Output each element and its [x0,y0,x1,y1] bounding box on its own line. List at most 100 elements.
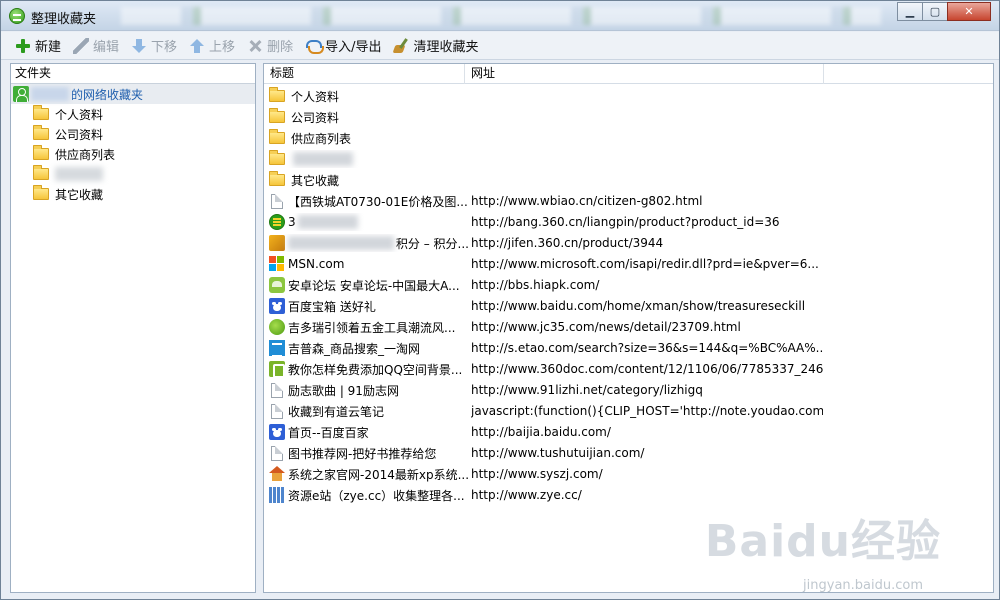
bookmark-url [471,150,823,168]
bookmark-url: http://www.syszj.com/ [471,467,603,481]
table-row[interactable]: 首页--百度百家 http://baijia.baidu.com/ [264,421,993,442]
bookmark-title-cell: 收藏到有道云笔记 [269,402,469,420]
msn-icon [269,256,285,272]
column-header-title[interactable]: 标题 [264,64,465,84]
folder-icon [33,145,49,160]
toolbar: 新建 编辑 下移 上移 删除 导入/导出 清理收藏夹 [1,32,999,60]
table-row[interactable]: 积分 – 积分... http://jifen.360.cn/product/39… [264,232,993,253]
table-row[interactable]: 安卓论坛 安卓论坛-中国最大A... http://bbs.hiapk.com/ [264,274,993,295]
bookmark-url: http://www.wbiao.cn/citizen-g802.html [471,194,703,208]
bookmark-url: http://www.jc35.com/news/detail/23709.ht… [471,320,741,334]
table-row[interactable]: 【西铁城AT0730-01E价格及图... http://www.wbiao.cn… [264,190,993,211]
maximize-button[interactable]: ▢ [922,2,948,21]
move-up-button[interactable]: 上移 [185,35,241,57]
edit-button[interactable]: 编辑 [69,35,125,57]
bookmark-url: http://www.360doc.com/content/12/1106/06… [471,362,823,376]
table-row[interactable]: 3 http://bang.360.cn/liangpin/product?pro… [264,211,993,232]
folder-icon [269,150,285,165]
bookmark-title-cell [269,150,469,168]
redacted-title [297,215,358,229]
close-button[interactable]: ✕ [947,2,991,21]
tree-item-label: 公司资料 [55,127,104,142]
redacted-title [288,236,394,250]
bookmark-title-cell: 百度宝箱 送好礼 [269,297,469,315]
bookmark-title: 系统之家官网-2014最新xp系统... [288,467,469,482]
bookmark-title: 其它收藏 [291,173,340,188]
page-icon [271,445,283,461]
360-icon [269,214,285,230]
leaf-icon [269,319,285,335]
window-controls: ▁ ▢ ✕ [897,2,991,22]
bookmark-title-cell: 其它收藏 [269,171,469,189]
table-row[interactable]: 教你怎样免费添加QQ空间背景... http://www.360doc.com/c… [264,358,993,379]
table-row[interactable]: 供应商列表 [264,127,993,148]
table-row[interactable]: 收藏到有道云笔记 javascript:(function(){CLIP_HOST… [264,400,993,421]
title-bar[interactable]: 整理收藏夹 ▁ ▢ ✕ [1,1,999,31]
table-row[interactable]: 资源e站（zye.cc）收集整理各... http://www.zye.cc/ [264,484,993,505]
table-row[interactable]: 吉多瑞引领着五金工具潮流风... http://www.jc35.com/news… [264,316,993,337]
table-row[interactable]: 个人资料 [264,85,993,106]
etao-icon [269,340,285,357]
tree-item[interactable]: 供应商列表 [11,144,255,164]
redacted-folder-name [293,152,353,166]
bookmark-title: 励志歌曲 | 91励志网 [288,383,399,398]
clean-favorites-button[interactable]: 清理收藏夹 [389,35,484,57]
baidu-icon [269,298,285,314]
bookmark-title: 图书推荐网-把好书推荐给您 [288,446,437,461]
bookmark-rows: 个人资料公司资料供应商列表其它收藏【西铁城AT0730-01E价格及图... ht… [264,85,993,505]
clean-favorites-label: 清理收藏夹 [413,40,479,55]
minimize-button[interactable]: ▁ [897,2,923,21]
bookmark-url: http://bbs.hiapk.com/ [471,278,600,292]
bookmark-title: 个人资料 [291,89,340,104]
tree-item[interactable]: 个人资料 [11,104,255,124]
table-row[interactable]: 图书推荐网-把好书推荐给您 http://www.tushutuijian.com… [264,442,993,463]
favorites-organizer-window: 整理收藏夹 ▁ ▢ ✕ 新建 编辑 下移 上移 删除 导入/导出 清理收藏夹 文… [0,0,1000,600]
folder-tree: 的网络收藏夹 个人资料 公司资料 供应商列表 其它收藏 [11,84,255,204]
arrow-down-icon [131,38,147,54]
table-row[interactable] [264,148,993,169]
bookmark-url [471,171,823,189]
table-row[interactable]: 系统之家官网-2014最新xp系统... http://www.syszj.com… [264,463,993,484]
table-row[interactable]: 吉普森_商品搜索_一淘网 http://s.etao.com/search?siz… [264,337,993,358]
bookmark-url: http://www.baidu.com/home/xman/show/trea… [471,299,806,313]
delete-button[interactable]: 删除 [243,35,299,57]
bookmark-title: 资源e站（zye.cc）收集整理各... [288,488,465,503]
folder-pane-header: 文件夹 [11,64,255,84]
bookmark-title-cell: 供应商列表 [269,129,469,147]
tree-item[interactable]: 公司资料 [11,124,255,144]
android-icon [269,277,285,293]
new-button[interactable]: 新建 [11,35,67,57]
bookmark-url [471,108,823,126]
watermark-logo: Baidu经验 [704,516,941,567]
table-row[interactable]: 百度宝箱 送好礼 http://www.baidu.com/home/xman/s… [264,295,993,316]
watermark-url: jingyan.baidu.com [803,578,923,593]
column-header-url[interactable]: 网址 [465,64,824,84]
bookmark-title-cell: 3 [269,213,469,231]
baidu-icon [269,424,285,440]
bookmark-title: MSN.com [288,257,345,271]
bookmark-url: http://www.zye.cc/ [471,488,582,502]
bookmark-title: 积分 – 积分... [395,236,469,251]
delete-x-icon [247,38,263,54]
delete-label: 删除 [267,40,294,55]
bookmark-title: 公司资料 [291,110,340,125]
tree-item[interactable] [11,164,255,184]
bookmark-title: 首页--百度百家 [288,425,369,440]
table-row[interactable]: 其它收藏 [264,169,993,190]
tree-root-network-favorites[interactable]: 的网络收藏夹 [11,84,255,104]
tree-item-label: 供应商列表 [55,147,116,162]
table-row[interactable]: 公司资料 [264,106,993,127]
window-title: 整理收藏夹 [31,12,97,27]
table-row[interactable]: 励志歌曲 | 91励志网 http://www.91lizhi.net/categ… [264,379,993,400]
table-row[interactable]: MSN.com http://www.microsoft.com/isapi/re… [264,253,993,274]
new-label: 新建 [35,40,62,55]
import-export-label: 导入/导出 [325,40,382,55]
minimize-icon: ▁ [905,5,915,18]
bookmark-title: 收藏到有道云笔记 [288,404,385,419]
import-export-button[interactable]: 导入/导出 [301,35,387,57]
background-taskbar-blur [121,7,881,25]
move-down-button[interactable]: 下移 [127,35,183,57]
close-icon: ✕ [964,5,974,18]
tree-item[interactable]: 其它收藏 [11,184,255,204]
bookmark-title-cell: 积分 – 积分... [269,234,469,252]
